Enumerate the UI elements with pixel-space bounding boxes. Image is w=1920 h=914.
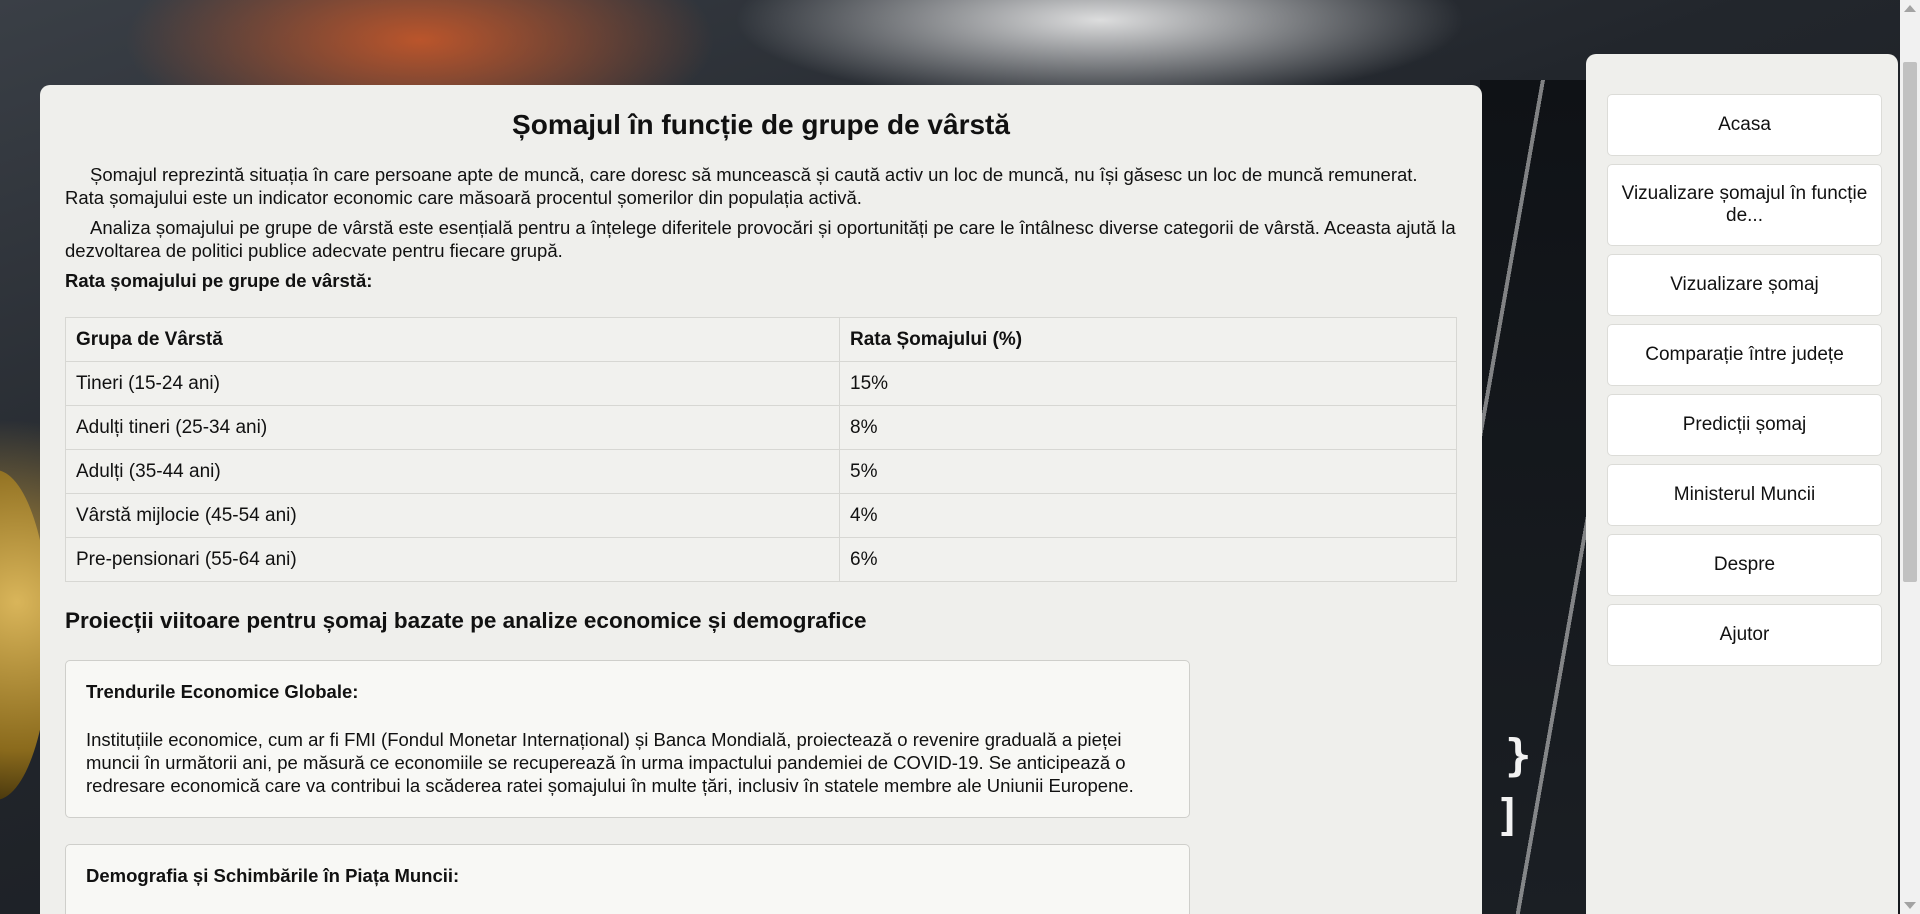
keyboard-keys-image [1480, 80, 1590, 914]
sidebar-nav: Acasa Vizualizare șomajul în funcție de.… [1586, 54, 1898, 914]
projection-card-heading: Demografia și Schimbările în Piața Munci… [86, 865, 460, 886]
nav-button-home[interactable]: Acasa [1607, 94, 1882, 156]
rate-cell: 5% [839, 449, 1457, 494]
projection-card-heading: Trendurile Economice Globale: [86, 681, 359, 702]
nav-button-view-unemployment[interactable]: Vizualizare șomaj [1607, 254, 1882, 316]
keyboard-glyph: } [1505, 730, 1532, 781]
table-label: Rata șomajului pe grupe de vârstă: [65, 270, 373, 291]
rate-cell: 6% [839, 537, 1457, 582]
age-group-cell: Adulți (35-44 ani) [65, 449, 840, 494]
table-header-row: Grupa de Vârstă Rata Șomajului (%) [65, 317, 1457, 362]
column-header-age-group: Grupa de Vârstă [65, 317, 840, 362]
unemployment-by-age-table: Grupa de Vârstă Rata Șomajului (%) Tiner… [65, 317, 1457, 582]
projection-card: Trendurile Economice Globale: Instituții… [65, 660, 1190, 818]
scroll-up-arrow-icon[interactable] [1904, 5, 1916, 12]
table-row: Tineri (15-24 ani) 15% [65, 361, 1457, 406]
nav-button-about[interactable]: Despre [1607, 534, 1882, 596]
age-group-cell: Pre-pensionari (55-64 ani) [65, 537, 840, 582]
page-title: Șomajul în funcție de grupe de vârstă [512, 109, 1010, 140]
age-group-cell: Adulți tineri (25-34 ani) [65, 405, 840, 450]
table-row: Pre-pensionari (55-64 ani) 6% [65, 537, 1457, 582]
column-header-rate: Rata Șomajului (%) [839, 317, 1457, 362]
projection-card: Demografia și Schimbările în Piața Munci… [65, 844, 1190, 914]
page-scrollbar[interactable] [1900, 0, 1920, 914]
table-row: Adulți (35-44 ani) 5% [65, 449, 1457, 494]
main-content: Șomajul în funcție de grupe de vârstă Șo… [40, 85, 1482, 914]
scrollbar-thumb[interactable] [1903, 62, 1917, 582]
age-group-cell: Vârstă mijlocie (45-54 ani) [65, 493, 840, 538]
table-row: Vârstă mijlocie (45-54 ani) 4% [65, 493, 1457, 538]
table-row: Adulți tineri (25-34 ani) 8% [65, 405, 1457, 450]
analysis-paragraph: Analiza șomajului pe grupe de vârstă est… [65, 217, 1456, 261]
nav-button-county-comparison[interactable]: Comparație între județe [1607, 324, 1882, 386]
intro-paragraph: Șomajul reprezintă situația în care pers… [65, 164, 1418, 208]
projection-card-text: Instituțiile economice, cum ar fi FMI (F… [86, 729, 1134, 796]
nav-button-help[interactable]: Ajutor [1607, 604, 1882, 666]
keyboard-glyph: ] [1495, 790, 1522, 841]
rate-cell: 15% [839, 361, 1457, 406]
nav-button-unemployment-by-category[interactable]: Vizualizare șomajul în funcție de... [1607, 164, 1882, 246]
rate-cell: 4% [839, 493, 1457, 538]
age-group-cell: Tineri (15-24 ani) [65, 361, 840, 406]
scroll-down-arrow-icon[interactable] [1904, 902, 1916, 909]
nav-button-predictions[interactable]: Predicții șomaj [1607, 394, 1882, 456]
projections-title: Proiecții viitoare pentru șomaj bazate p… [65, 608, 867, 633]
nav-button-labor-ministry[interactable]: Ministerul Muncii [1607, 464, 1882, 526]
rate-cell: 8% [839, 405, 1457, 450]
